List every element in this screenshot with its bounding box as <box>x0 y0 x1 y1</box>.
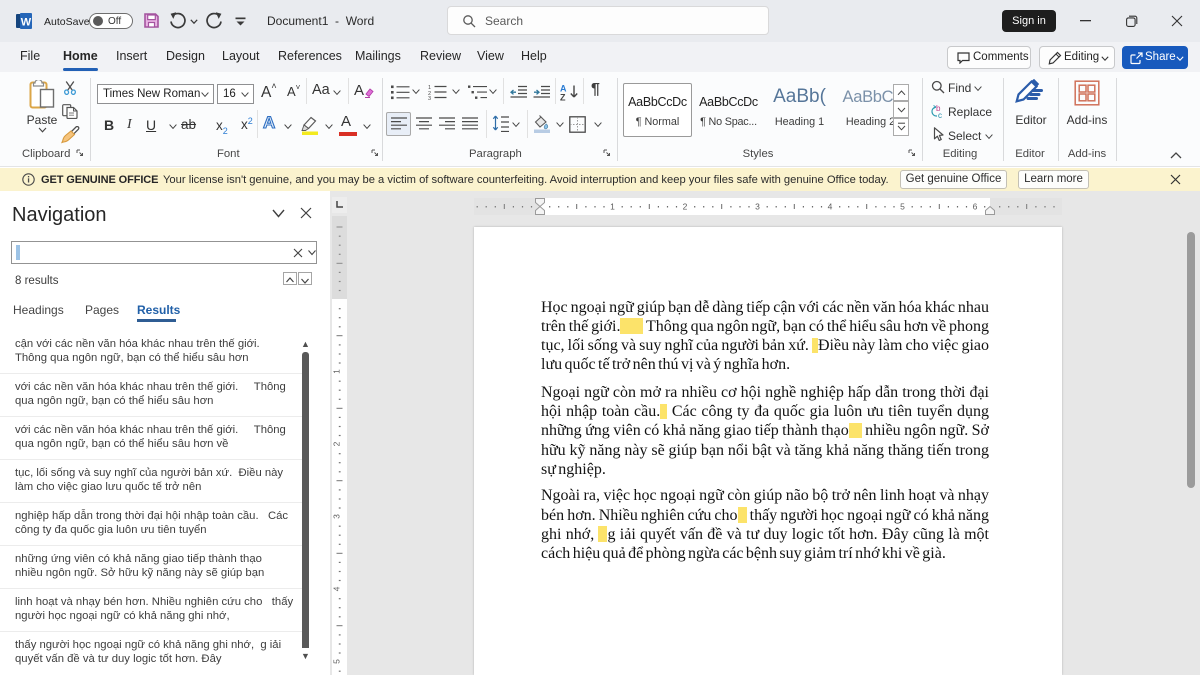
svg-text:3: 3 <box>428 96 431 100</box>
svg-text:1: 1 <box>332 369 342 374</box>
svg-text:2: 2 <box>683 202 688 212</box>
svg-text:c: c <box>938 111 942 119</box>
svg-text:6: 6 <box>973 202 978 212</box>
svg-text:4: 4 <box>828 202 833 212</box>
svg-text:5: 5 <box>332 659 342 664</box>
svg-text:Z: Z <box>560 93 566 102</box>
svg-text:1: 1 <box>610 202 615 212</box>
svg-text:W: W <box>21 17 32 29</box>
svg-text:2: 2 <box>332 441 342 446</box>
svg-text:4: 4 <box>332 586 342 591</box>
svg-text:5: 5 <box>900 202 905 212</box>
svg-text:3: 3 <box>332 514 342 519</box>
svg-text:3: 3 <box>755 202 760 212</box>
